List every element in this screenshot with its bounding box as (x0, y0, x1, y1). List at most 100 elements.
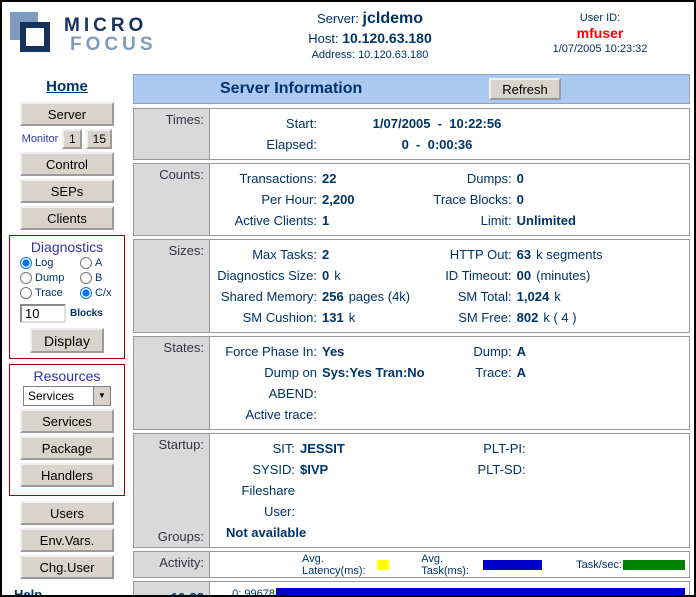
dump-state-value: A (517, 341, 526, 362)
resources-dropdown-value: Services (24, 387, 93, 405)
monitor-15-button[interactable]: 15 (86, 129, 112, 149)
diag-size-suffix: k (334, 265, 341, 286)
radio-b-input[interactable] (80, 272, 92, 284)
seps-button[interactable]: SEPs (20, 179, 114, 203)
id-timeout-value: 00 (517, 265, 531, 286)
monitor-1-button[interactable]: 1 (62, 129, 82, 149)
resources-box: Resources Services ▼ Services Package Ha… (9, 364, 125, 496)
package-button[interactable]: Package (20, 436, 114, 460)
radio-log-label: Log (35, 257, 53, 269)
max-tasks-label: Max Tasks: (214, 244, 322, 265)
services-button[interactable]: Services (20, 409, 114, 433)
diag-size-label: Diagnostics Size: (214, 265, 322, 286)
sit-value: JESSIT (300, 438, 345, 459)
radio-log[interactable]: Log (20, 257, 80, 269)
server-identity: Server: jcldemo Host: 10.120.63.180 Addr… (220, 8, 520, 61)
trace-blocks-value: 0 (517, 189, 524, 210)
shared-memory-value: 256 (322, 286, 344, 307)
control-button[interactable]: Control (20, 152, 114, 176)
avg-latency-label: Avg. Latency(ms): (302, 553, 376, 577)
resources-dropdown[interactable]: Services ▼ (23, 386, 111, 406)
handlers-button[interactable]: Handlers (20, 463, 114, 487)
sm-free-value: 802 (517, 307, 539, 328)
section-label-times: Times: (134, 109, 210, 159)
envvars-button[interactable]: Env.Vars. (20, 528, 114, 552)
timeline-bar1-value: 0; 99678 (214, 588, 276, 597)
user-identity: User ID: mfuser 1/07/2005 10:23:32 (520, 8, 680, 55)
top-titlebar: Server Information Refresh (133, 74, 690, 104)
elapsed-label: Elapsed: (214, 134, 322, 155)
logo-line1: MICRO (64, 16, 157, 35)
radio-trace-input[interactable] (20, 287, 32, 299)
section-label-states: States: (134, 337, 210, 429)
section-label-groups: Groups: (134, 529, 204, 544)
radio-a-input[interactable] (80, 257, 92, 269)
user-id-value: mfuser (520, 25, 680, 41)
id-timeout-label: ID Timeout: (431, 265, 517, 286)
radio-log-input[interactable] (20, 257, 32, 269)
header-timestamp: 1/07/2005 10:23:32 (520, 43, 680, 55)
radio-dump[interactable]: Dump (20, 272, 80, 284)
trace-state-label: Trace: (431, 362, 517, 383)
plt-pi-label: PLT-PI: (431, 438, 531, 459)
avg-task-swatch (483, 560, 542, 570)
sm-free-label: SM Free: (431, 307, 517, 328)
http-out-suffix: k segments (536, 244, 602, 265)
task-sec-swatch (623, 560, 685, 570)
home-link[interactable]: Home (46, 78, 88, 95)
host-value: 10.120.63.180 (342, 30, 432, 46)
micro-focus-logo: MICRO FOCUS (10, 8, 220, 58)
help-block: Help Menu (6, 587, 128, 597)
help-label: Help (14, 587, 128, 597)
activity-content: Avg. Latency(ms): Avg. Task(ms): Task/se… (210, 552, 689, 577)
radio-a[interactable]: A (80, 257, 124, 269)
radio-cx[interactable]: C/x (80, 287, 124, 299)
times-section: Times: Start:1/07/2005 - 10:22:56 Elapse… (133, 108, 690, 160)
clients-button[interactable]: Clients (20, 206, 114, 230)
id-timeout-suffix: (minutes) (536, 265, 590, 286)
sm-cushion-value: 131 (322, 307, 344, 328)
app-window: MICRO FOCUS Server: jcldemo Host: 10.120… (0, 0, 696, 597)
section-label-startup: Startup: (134, 437, 204, 452)
dump-state-label: Dump: (431, 341, 517, 362)
limit-value: Unlimited (517, 210, 576, 231)
refresh-button-top[interactable]: Refresh (489, 78, 561, 100)
counts-content: Transactions:22 Per Hour:2,200 Active Cl… (210, 164, 689, 235)
blocks-input[interactable] (20, 304, 66, 323)
sit-label: SIT: (214, 438, 300, 459)
radio-cx-input[interactable] (80, 287, 92, 299)
max-tasks-value: 2 (322, 244, 329, 265)
address-value: 10.120.63.180 (358, 49, 428, 61)
users-button[interactable]: Users (20, 501, 114, 525)
page-header: MICRO FOCUS Server: jcldemo Host: 10.120… (2, 2, 694, 72)
legend-avg-latency: Avg. Latency(ms): (302, 553, 389, 577)
timeline-time-label: 10:22 (134, 582, 210, 597)
task-sec-label: Task/sec: (576, 559, 622, 571)
fileshare-user-label: Fileshare User: (214, 480, 300, 522)
sm-total-value: 1,024 (517, 286, 550, 307)
radio-dump-input[interactable] (20, 272, 32, 284)
display-button[interactable]: Display (30, 328, 104, 353)
http-out-label: HTTP Out: (431, 244, 517, 265)
radio-trace[interactable]: Trace (20, 287, 80, 299)
server-label: Server: (317, 11, 359, 26)
resources-title: Resources (12, 368, 122, 384)
dumps-label: Dumps: (431, 168, 517, 189)
section-label-activity: Activity: (134, 552, 210, 577)
monitor-row: Monitor 1 15 (6, 129, 128, 149)
startup-content: SIT:JESSIT SYSID:$IVP Fileshare User: PL… (210, 434, 689, 547)
logo-text: MICRO FOCUS (64, 16, 157, 54)
chguser-button[interactable]: Chg.User (20, 555, 114, 579)
server-name: jcldemo (363, 10, 423, 27)
host-label: Host: (308, 31, 338, 46)
trace-blocks-label: Trace Blocks: (431, 189, 517, 210)
chevron-down-icon[interactable]: ▼ (93, 387, 110, 405)
server-button[interactable]: Server (20, 102, 114, 126)
dumps-value: 0 (517, 168, 524, 189)
sysid-value: $IVP (300, 459, 328, 480)
radio-b[interactable]: B (80, 272, 124, 284)
start-label: Start: (214, 113, 322, 134)
limit-label: Limit: (431, 210, 517, 231)
active-clients-value: 1 (322, 210, 329, 231)
per-hour-label: Per Hour: (214, 189, 322, 210)
